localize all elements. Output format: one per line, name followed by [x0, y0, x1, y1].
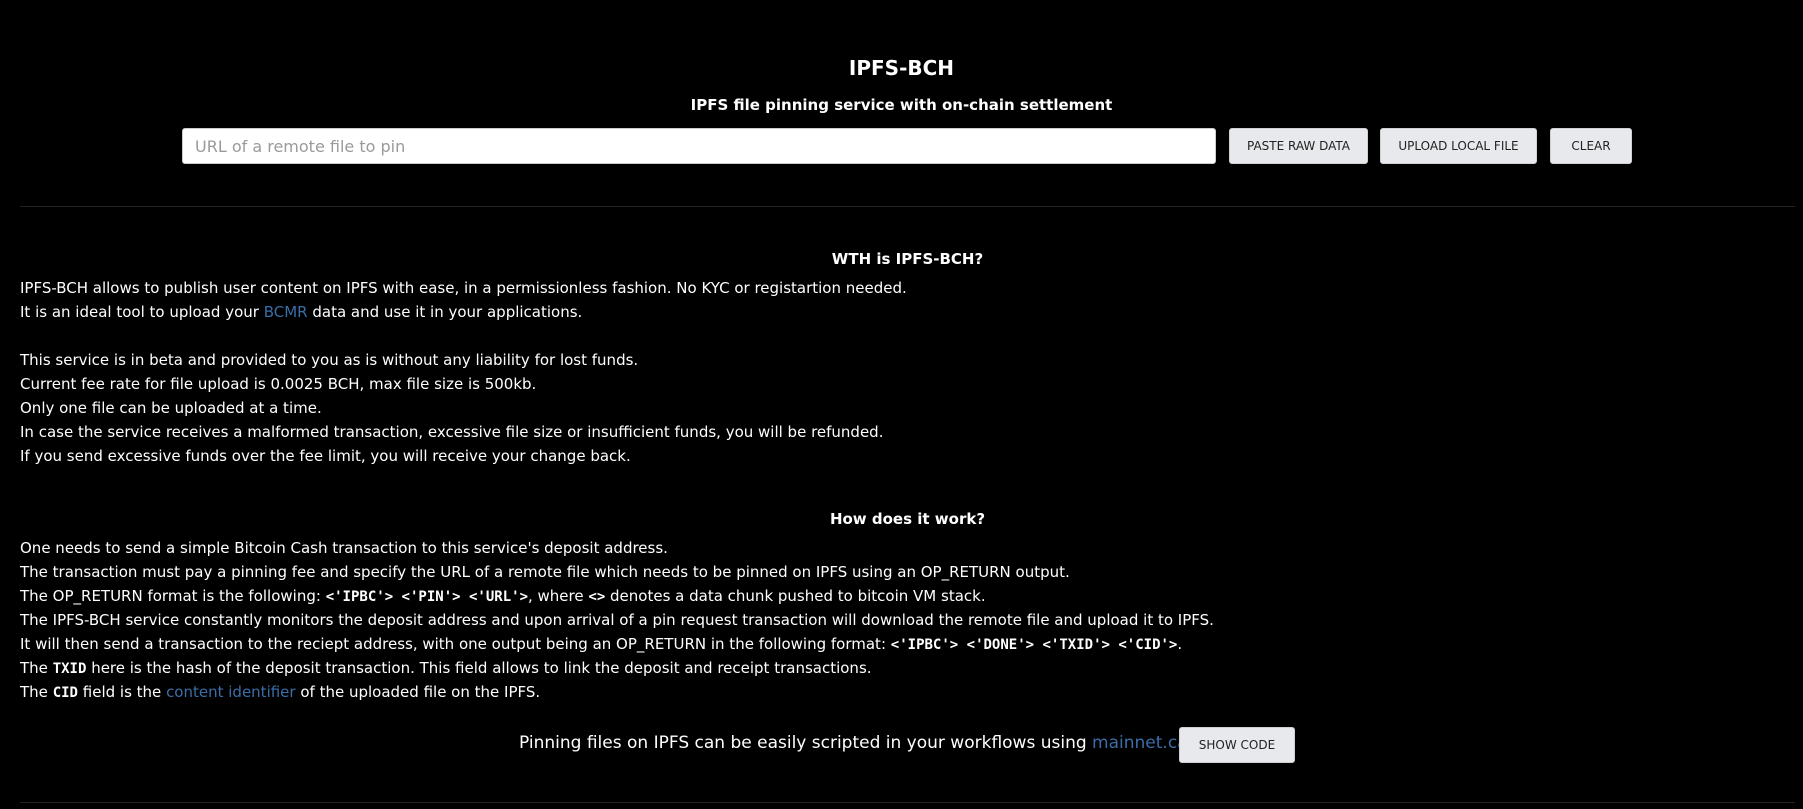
about-line: IPFS-BCH allows to publish user content … — [20, 279, 907, 297]
about-line: If you send excessive funds over the fee… — [20, 447, 631, 465]
how-line: The CID field is the content identifier … — [20, 680, 1214, 704]
how-line: It will then send a transaction to the r… — [20, 632, 1214, 656]
txid-code: TXID — [52, 661, 87, 677]
about-line: This service is in beta and provided to … — [20, 351, 639, 369]
how-line: The transaction must pay a pinning fee a… — [20, 563, 1070, 581]
about-heading: WTH is IPFS-BCH? — [831, 250, 984, 268]
how-line-text: field is the — [82, 683, 162, 701]
footer-text: Pinning files on IPFS can be easily scri… — [519, 733, 1087, 753]
how-line-text: here is the hash of the deposit transact… — [91, 659, 872, 677]
how-line: The OP_RETURN format is the following: <… — [20, 584, 1214, 608]
how-heading: How does it work? — [829, 510, 986, 528]
page-subtitle: IPFS file pinning service with on-chain … — [690, 96, 1113, 114]
bcmr-link[interactable]: BCMR — [264, 303, 308, 321]
about-line: Current fee rate for file upload is 0.00… — [20, 375, 537, 393]
about-line-text: It is an ideal tool to upload your — [20, 303, 259, 321]
how-line-text: It will then send a transaction to the r… — [20, 635, 886, 653]
op-return-pin-format: <'IPBC'> <'PIN'> <'URL'> — [325, 589, 528, 605]
how-line: The IPFS-BCH service constantly monitors… — [20, 611, 1214, 629]
upload-local-file-button[interactable]: UPLOAD LOCAL FILE — [1380, 128, 1537, 164]
how-line-text: The OP_RETURN format is the following: — [20, 587, 321, 605]
data-chunk-notation: <> — [588, 589, 606, 605]
how-line-text: The — [20, 659, 48, 677]
about-line: Only one file can be uploaded at a time. — [20, 399, 322, 417]
about-line-text: data and use it in your applications. — [312, 303, 583, 321]
how-line-text: , where — [528, 587, 584, 605]
cid-code: CID — [52, 685, 78, 701]
how-line-text: denotes a data chunk pushed to bitcoin V… — [610, 587, 986, 605]
clear-button[interactable]: CLEAR — [1550, 128, 1632, 164]
how-text: One needs to send a simple Bitcoin Cash … — [20, 536, 1214, 704]
paste-raw-data-button[interactable]: PASTE RAW DATA — [1229, 128, 1368, 164]
how-line-text: . — [1177, 635, 1183, 653]
divider — [20, 802, 1795, 803]
content-identifier-link[interactable]: content identifier — [166, 683, 296, 701]
how-line-text: of the uploaded file on the IPFS. — [300, 683, 541, 701]
about-text: IPFS-BCH allows to publish user content … — [20, 276, 907, 468]
op-return-done-format: <'IPBC'> <'DONE'> <'TXID'> <'CID'> — [890, 637, 1178, 653]
page-title: IPFS-BCH — [848, 56, 955, 80]
how-line-text: The — [20, 683, 48, 701]
how-line: One needs to send a simple Bitcoin Cash … — [20, 539, 668, 557]
url-input[interactable] — [182, 128, 1216, 164]
divider — [20, 206, 1795, 207]
how-line: The TXID here is the hash of the deposit… — [20, 656, 1214, 680]
about-line: In case the service receives a malformed… — [20, 423, 884, 441]
about-line: It is an ideal tool to upload your BCMR … — [20, 300, 907, 324]
show-code-button[interactable]: SHOW CODE — [1179, 727, 1295, 763]
